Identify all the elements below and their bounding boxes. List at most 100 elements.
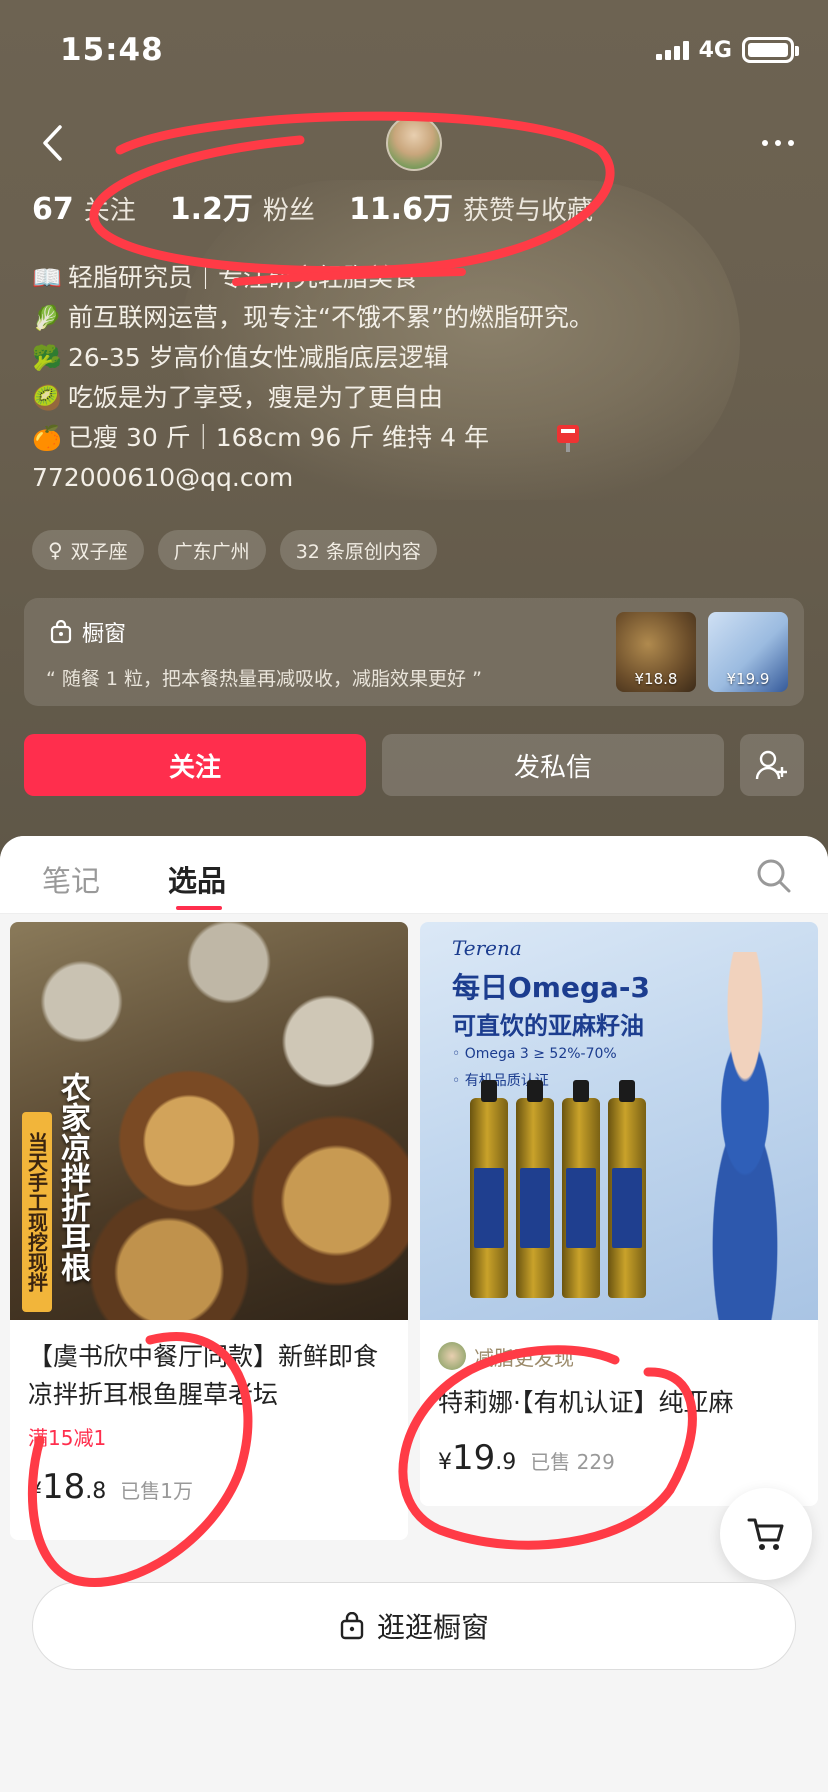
thumb-price: ¥18.8 bbox=[634, 670, 678, 688]
sold-count: 已售1万 bbox=[120, 1479, 193, 1503]
status-time: 15:48 bbox=[60, 32, 164, 68]
tab-picks[interactable]: 选品 bbox=[168, 858, 226, 900]
stat-likes[interactable]: 11.6万 获赞与收藏 bbox=[349, 184, 593, 228]
chevron-left-icon bbox=[43, 125, 62, 161]
stat-number: 1.2万 bbox=[169, 192, 253, 227]
add-friend-button[interactable] bbox=[740, 734, 804, 796]
stat-number: 11.6万 bbox=[348, 192, 453, 227]
stat-label: 关注 bbox=[83, 196, 136, 226]
browse-shop-button[interactable]: 逛逛橱窗 bbox=[32, 1582, 796, 1670]
shop-thumb[interactable]: ¥18.8 bbox=[616, 612, 696, 692]
dot-icon bbox=[762, 140, 768, 146]
profile-bio: 📖 轻脂研究员｜专注研究轻脂美食 🥬 前互联网运营，现专注“不饿不累”的燃脂研究。 … bbox=[32, 258, 752, 498]
seller-row: 减脂更发现 bbox=[438, 1338, 800, 1374]
tab-notes[interactable]: 笔记 bbox=[42, 858, 100, 900]
product-title: 特莉娜·【有机认证】纯亚麻 bbox=[438, 1388, 734, 1417]
bio-line: 🥬 前互联网运营，现专注“不饿不累”的燃脂研究。 bbox=[32, 298, 752, 338]
product-info: 【虞书欣中餐厅同款】新鲜即食凉拌折耳根鱼腥草老坛 满15减1 ¥ 18 .8 已… bbox=[10, 1320, 408, 1507]
mailbox-icon bbox=[556, 425, 579, 452]
shop-title-text: 橱窗 bbox=[82, 622, 127, 647]
active-tab-indicator bbox=[176, 906, 222, 910]
stat-label: 粉丝 bbox=[262, 196, 315, 226]
message-button[interactable]: 发私信 bbox=[382, 734, 724, 796]
price-integer: 18 bbox=[42, 1467, 86, 1507]
dot-icon bbox=[788, 140, 794, 146]
female-icon: ♀ bbox=[48, 538, 63, 562]
price-decimal: .8 bbox=[85, 1479, 107, 1504]
orange-icon: 🍊 bbox=[32, 424, 62, 452]
bio-email: 772000610@qq.com bbox=[32, 458, 752, 498]
status-bar: 15:48 4G bbox=[0, 0, 828, 100]
price-symbol: ¥ bbox=[28, 1479, 42, 1504]
add-user-icon bbox=[755, 750, 787, 780]
brand-logo: Terena bbox=[452, 936, 522, 960]
bio-text: 26-35 岁高价值女性减脂底层逻辑 bbox=[68, 343, 449, 372]
browse-shop-label: 逛逛橱窗 bbox=[376, 1611, 489, 1644]
follow-button[interactable]: 关注 bbox=[24, 734, 366, 796]
price-row: ¥ 19 .9 已售 229 bbox=[438, 1438, 800, 1478]
profile-stats: 67 关注 1.2万 粉丝 11.6万 获赞与收藏 bbox=[32, 184, 627, 228]
shopping-bag-icon bbox=[340, 1612, 364, 1640]
price-integer: 19 bbox=[452, 1438, 496, 1478]
avatar[interactable] bbox=[386, 115, 442, 171]
profile-header: 15:48 4G 67 关注 1.2万 粉丝 11.6万 获赞与收藏 📖 轻脂研… bbox=[0, 0, 828, 860]
tag-original-count: 32 条原创内容 bbox=[279, 530, 437, 570]
bio-text: 轻脂研究员｜专注研究轻脂美食 bbox=[68, 263, 419, 292]
kiwi-icon: 🥝 bbox=[32, 384, 62, 412]
tag-text: 32 条原创内容 bbox=[295, 540, 421, 563]
image-subheadline: 可直饮的亚麻籽油 bbox=[452, 1012, 644, 1040]
product-promo: 满15减1 bbox=[28, 1426, 107, 1450]
shop-thumb[interactable]: ¥19.9 bbox=[708, 612, 788, 692]
profile-tags: ♀ 双子座 广东广州 32 条原创内容 bbox=[32, 530, 437, 570]
bottle-graphic bbox=[516, 1080, 554, 1298]
seller-name: 减脂更发现 bbox=[474, 1345, 574, 1370]
shop-window-card[interactable]: 橱窗 “ 随餐 1 粒，把本餐热量再减吸收，减脂效果更好 ” ¥18.8 ¥19… bbox=[24, 598, 804, 706]
product-card[interactable]: 农家凉拌折耳根 当天手工现挖现拌 【虞书欣中餐厅同款】新鲜即食凉拌折耳根鱼腥草老… bbox=[10, 922, 408, 1540]
more-button[interactable] bbox=[758, 121, 798, 165]
tag-zodiac: ♀ 双子座 bbox=[32, 530, 144, 570]
battery-icon bbox=[742, 37, 799, 63]
network-label: 4G bbox=[698, 37, 732, 63]
shopping-bag-icon bbox=[50, 620, 72, 644]
cart-button[interactable] bbox=[720, 1488, 812, 1580]
tab-bar: 笔记 选品 bbox=[0, 836, 828, 914]
product-title: 【虞书欣中餐厅同款】新鲜即食凉拌折耳根鱼腥草老坛 bbox=[28, 1342, 379, 1409]
shop-title: 橱窗 bbox=[50, 616, 126, 648]
tag-text: 广东广州 bbox=[173, 540, 250, 563]
stat-following[interactable]: 67 关注 bbox=[32, 190, 136, 227]
broccoli-icon: 🥦 bbox=[32, 344, 62, 372]
product-info: 减脂更发现 特莉娜·【有机认证】纯亚麻 ¥ 19 .9 已售 229 bbox=[420, 1320, 818, 1478]
image-subcaption: 当天手工现挖现拌 bbox=[22, 1112, 52, 1312]
image-caption: 农家凉拌折耳根 bbox=[55, 1072, 90, 1282]
product-card[interactable]: Terena 每日Omega-3 可直饮的亚麻籽油 ◦ Omega 3 ≥ 52… bbox=[420, 922, 818, 1506]
thumb-price: ¥19.9 bbox=[726, 670, 770, 688]
bio-line: 🥦 26-35 岁高价值女性减脂底层逻辑 bbox=[32, 338, 752, 378]
cart-icon bbox=[747, 1518, 784, 1550]
bio-text: 已瘦 30 斤｜168cm 96 斤 维持 4 年 bbox=[68, 423, 489, 452]
search-button[interactable] bbox=[754, 856, 794, 896]
back-button[interactable] bbox=[30, 121, 74, 165]
bio-line: 🍊 已瘦 30 斤｜168cm 96 斤 维持 4 年 bbox=[32, 418, 752, 458]
leaf-icon: 🥬 bbox=[32, 304, 62, 332]
bio-text: 前互联网运营，现专注“不饿不累”的燃脂研究。 bbox=[68, 303, 594, 332]
content-panel: 笔记 选品 农家凉拌折耳根 当天手工现挖现拌 【虞书欣中餐厅同款】新鲜即食凉拌折… bbox=[0, 836, 828, 1792]
bio-text: 772000610@qq.com bbox=[32, 463, 294, 492]
signal-icon bbox=[655, 40, 689, 60]
bottle-graphic bbox=[562, 1080, 600, 1298]
image-headline: 每日Omega-3 bbox=[452, 971, 651, 1004]
product-image: 农家凉拌折耳根 当天手工现挖现拌 bbox=[10, 922, 408, 1320]
tag-location: 广东广州 bbox=[157, 530, 266, 570]
price-row: ¥ 18 .8 已售1万 bbox=[28, 1467, 390, 1507]
avatar bbox=[438, 1342, 466, 1370]
image-bullet: ◦ Omega 3 ≥ 52%-70% bbox=[452, 1046, 617, 1062]
search-icon bbox=[757, 859, 791, 893]
product-image: Terena 每日Omega-3 可直饮的亚麻籽油 ◦ Omega 3 ≥ 52… bbox=[420, 922, 818, 1320]
tag-text: 双子座 bbox=[70, 540, 128, 563]
bottle-graphic bbox=[608, 1080, 646, 1298]
bio-text: 吃饭是为了享受，瘦是为了更自由 bbox=[68, 383, 444, 412]
bottle-graphic bbox=[470, 1080, 508, 1298]
stat-followers[interactable]: 1.2万 粉丝 bbox=[170, 184, 315, 228]
price-symbol: ¥ bbox=[438, 1450, 452, 1475]
dot-icon bbox=[775, 140, 781, 146]
book-icon: 📖 bbox=[32, 264, 62, 292]
